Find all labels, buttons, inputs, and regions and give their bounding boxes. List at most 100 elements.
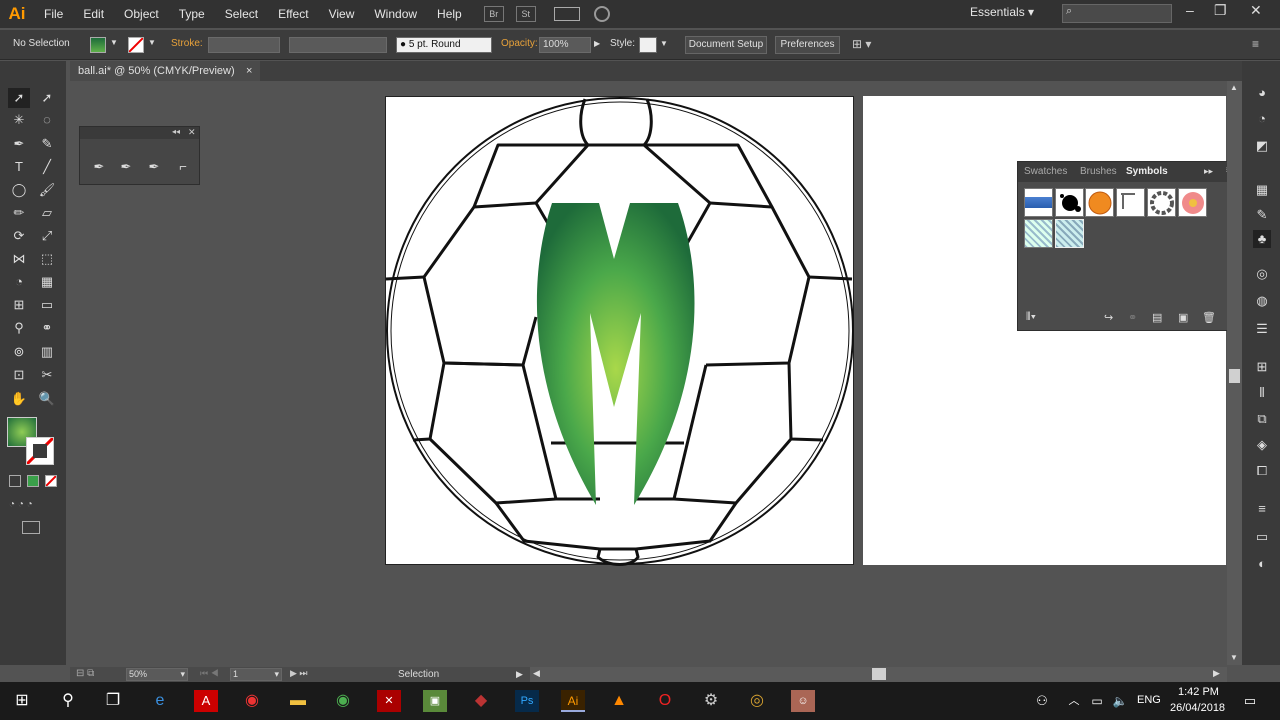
scroll-thumb[interactable] [1229, 369, 1240, 383]
align-panel-icon[interactable]: ⫴ [1253, 384, 1271, 402]
menu-help[interactable]: Help [427, 0, 472, 28]
layers-panel-icon[interactable]: ◈ [1253, 436, 1271, 454]
restore-button[interactable]: ❐ [1214, 2, 1227, 19]
gradient-tool-icon[interactable]: ▭ [36, 295, 58, 315]
place-symbol-icon[interactable]: ↪ [1104, 311, 1113, 324]
color-mode-icon[interactable] [9, 475, 21, 487]
stroke-label[interactable]: Stroke: [171, 38, 203, 49]
minecraft-icon[interactable]: ▣ [423, 690, 447, 712]
preferences-button[interactable]: Preferences [775, 36, 840, 54]
pathfinder-icon[interactable]: ⧉ [1253, 410, 1271, 428]
stroke-weight-field[interactable] [208, 37, 280, 53]
brush-definition[interactable]: ● 5 pt. Round [396, 37, 492, 53]
edge-browser-icon[interactable]: e [148, 690, 172, 712]
photo-app-icon[interactable]: ☺ [791, 690, 815, 712]
fill-swatch[interactable] [90, 37, 106, 53]
artboards-panel-icon[interactable]: ⧠ [1253, 462, 1271, 480]
transparency-panel-icon[interactable]: ◐ [1253, 555, 1271, 573]
language-indicator[interactable]: ENG [1137, 694, 1161, 706]
line-tool-icon[interactable]: ╱ [36, 157, 58, 177]
type-tool-icon[interactable]: T [8, 157, 30, 177]
cc-libraries-icon[interactable]: ◩ [1253, 137, 1271, 155]
add-anchor-point-tool-icon[interactable]: ✒ [115, 157, 137, 177]
pencil-tool-icon[interactable]: ✏ [8, 203, 30, 223]
symbol-blue-banner[interactable] [1024, 188, 1053, 217]
shape-builder-tool-icon[interactable]: ◔ [8, 272, 30, 292]
appearance-icon[interactable]: ◍ [1253, 292, 1271, 310]
free-transform-tool-icon[interactable]: ⬚ [36, 249, 58, 269]
color-panel-icon[interactable]: ◕ [1253, 84, 1271, 102]
opacity-field[interactable]: 100% [539, 37, 591, 53]
file-explorer-icon[interactable]: ▬ [286, 690, 310, 712]
artboard-number-field[interactable]: 1 ▾ [230, 668, 282, 681]
document-setup-button[interactable]: Document Setup [685, 36, 767, 54]
zoom-level-field[interactable]: 50% ▾ [126, 668, 188, 681]
symbol-pattern-1[interactable] [1024, 219, 1053, 248]
draw-mode-icon[interactable]: ◔ ◔ ◔ [9, 499, 49, 511]
stock-button[interactable]: St [515, 6, 536, 22]
menu-edit[interactable]: Edit [73, 0, 114, 28]
search-input[interactable]: ⌕ [1062, 4, 1172, 23]
scroll-up-icon[interactable]: ▲ [1230, 83, 1238, 92]
clock-time[interactable]: 1:42 PM [1178, 686, 1219, 698]
dota-icon[interactable]: ✕ [377, 690, 401, 712]
scale-tool-icon[interactable]: ⤢ [36, 226, 58, 246]
panel-menu-icon[interactable]: ≡ [1252, 37, 1259, 51]
hand-tool-icon[interactable]: ✋ [8, 389, 30, 409]
symbol-options-icon[interactable]: ▤ [1152, 311, 1162, 324]
menu-view[interactable]: View [319, 0, 365, 28]
color-guide-icon[interactable]: ◔ [1253, 110, 1271, 128]
ellipse-tool-icon[interactable]: ◯ [8, 180, 30, 200]
paragraph-panel-icon[interactable]: ▭ [1253, 528, 1271, 546]
illustrator-icon[interactable]: Ai [561, 690, 585, 712]
scroll-down-icon[interactable]: ▼ [1230, 653, 1238, 662]
soccer-ball-artwork[interactable] [385, 97, 855, 566]
transform-panel-icon[interactable]: ⊞ [1253, 358, 1271, 376]
width-tool-icon[interactable]: ⋈ [8, 249, 30, 269]
menu-type[interactable]: Type [169, 0, 215, 28]
chevron-right-icon[interactable]: ▶ [516, 669, 523, 680]
workspace-switcher[interactable]: Essentials ▾ [970, 5, 1034, 19]
eyedropper-tool-icon[interactable]: ⚲ [8, 318, 30, 338]
artboard-main[interactable] [385, 96, 855, 566]
style-swatch[interactable] [639, 37, 657, 53]
scroll-right-icon[interactable]: ▶ [1213, 668, 1220, 679]
close-tab-icon[interactable]: × [246, 61, 252, 81]
slice-tool-icon[interactable]: ✂ [36, 365, 58, 385]
artboard-nav-icon[interactable]: ⊟ ⧉ [76, 668, 94, 679]
brushes-panel-icon[interactable]: ✎ [1253, 206, 1271, 224]
gpu-performance-icon[interactable] [593, 6, 610, 22]
close-window-button[interactable]: ✕ [1250, 2, 1262, 19]
photoshop-icon[interactable]: Ps [515, 690, 539, 712]
chrome-icon[interactable]: ◉ [331, 690, 355, 712]
notifications-icon[interactable]: ▭ [1238, 690, 1262, 712]
clock-date[interactable]: 26/04/2018 [1170, 702, 1225, 714]
next-artboard-icon[interactable]: ▶ ⏭ [290, 668, 308, 679]
symbol-flower[interactable] [1178, 188, 1207, 217]
direct-selection-tool-icon[interactable]: ➚ [36, 88, 58, 108]
rotate-tool-icon[interactable]: ⟳ [8, 226, 30, 246]
selection-tool-icon[interactable]: ➚ [8, 88, 30, 108]
screen-mode-icon[interactable] [22, 521, 40, 534]
volume-icon[interactable]: 🔈 [1108, 690, 1132, 712]
stroke-panel-icon[interactable]: ☰ [1253, 320, 1271, 338]
opacity-label[interactable]: Opacity: [501, 38, 538, 49]
symbol-libraries-icon[interactable]: ⫴▾ [1026, 311, 1036, 324]
arrange-documents-icon[interactable] [553, 7, 580, 21]
people-icon[interactable]: ⚇ [1030, 690, 1054, 712]
chevron-down-icon[interactable]: ▼ [110, 38, 118, 47]
tab-symbols[interactable]: Symbols [1126, 166, 1168, 177]
lasso-tool-icon[interactable]: ◌ [36, 110, 58, 130]
minimize-button[interactable]: – [1186, 2, 1194, 18]
show-hidden-icons[interactable]: ︿ [1062, 690, 1086, 712]
first-artboard-icon[interactable]: ⏮ ◀ [200, 668, 219, 679]
menu-window[interactable]: Window [364, 0, 427, 28]
gradient-mode-icon[interactable] [27, 475, 39, 487]
game-app-2-icon[interactable]: ◎ [745, 690, 769, 712]
menu-effect[interactable]: Effect [268, 0, 318, 28]
paintbrush-tool-icon[interactable]: 🖌 [36, 180, 58, 200]
task-view-icon[interactable]: ❐ [101, 690, 125, 712]
delete-anchor-point-tool-icon[interactable]: ✒ [143, 157, 165, 177]
vertical-scrollbar[interactable]: ▲ ▼ [1227, 81, 1242, 665]
symbol-sprayer-tool-icon[interactable]: ⊚ [8, 342, 30, 362]
